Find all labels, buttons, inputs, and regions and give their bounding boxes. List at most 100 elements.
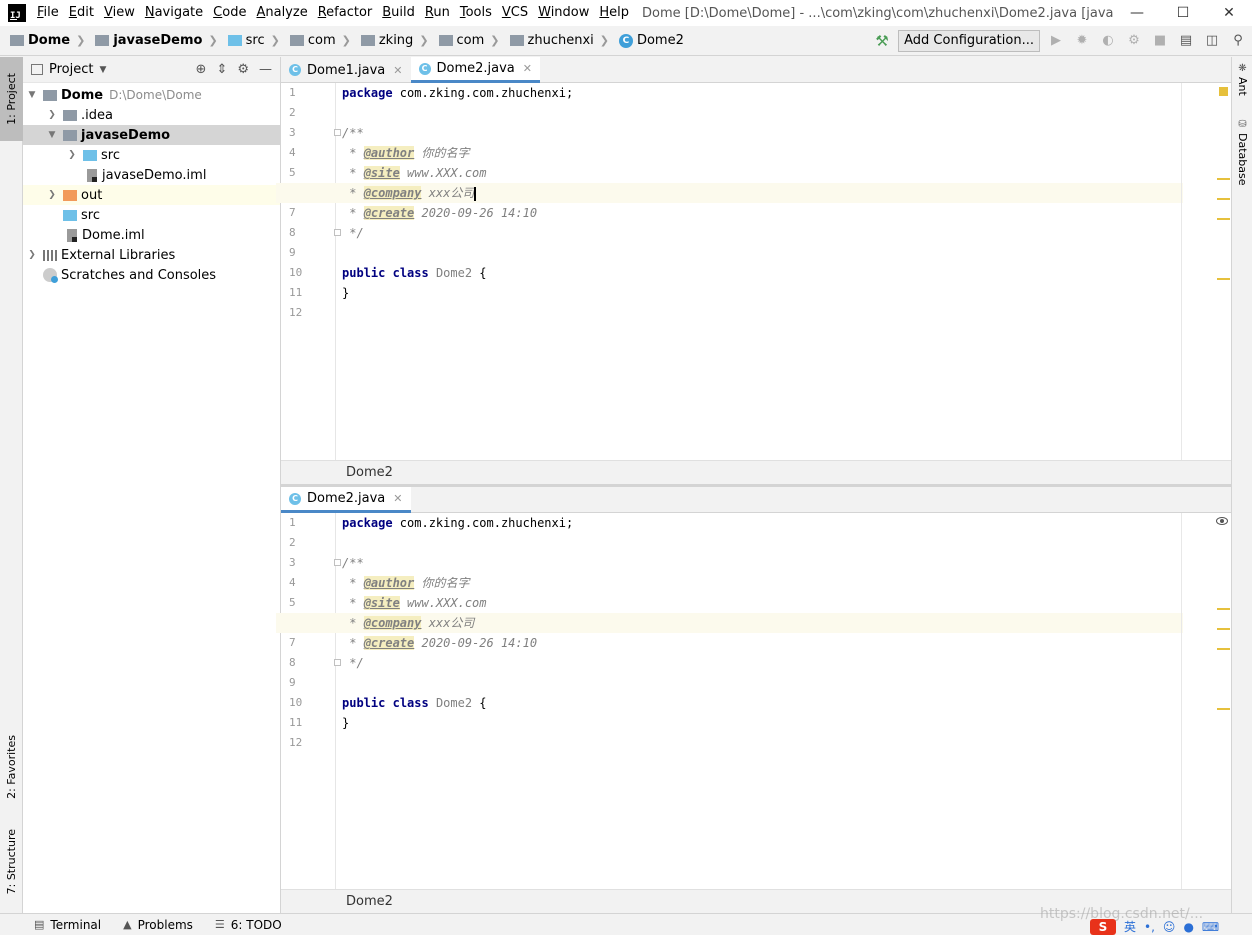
- tree-item-src[interactable]: src: [23, 205, 280, 225]
- tab-dome1-java[interactable]: C Dome1.java ✕: [281, 57, 411, 83]
- line-number: 1: [289, 516, 296, 529]
- gear-icon[interactable]: ⚙: [237, 62, 249, 77]
- nav-crumb-zhuchenxi[interactable]: zhuchenxi ❯: [500, 26, 609, 56]
- build-hammer-icon[interactable]: ⚒: [872, 31, 892, 51]
- chevron-right-icon[interactable]: ❯: [45, 110, 59, 120]
- tree-item-javasedemo[interactable]: ▼ javaseDemo: [23, 125, 280, 145]
- menu-tools[interactable]: Tools: [455, 0, 497, 26]
- chevron-down-icon[interactable]: ▼: [45, 130, 59, 140]
- error-stripe-marker[interactable]: [1217, 628, 1230, 630]
- project-panel-title[interactable]: Project: [49, 62, 93, 77]
- maximize-button[interactable]: ☐: [1160, 0, 1206, 26]
- error-stripe-marker[interactable]: [1217, 218, 1230, 220]
- tree-item-dome[interactable]: ▼ Dome D:\Dome\Dome: [23, 85, 280, 105]
- eye-icon[interactable]: [1216, 517, 1228, 525]
- nav-crumb-dome2[interactable]: C Dome2: [609, 26, 684, 56]
- code-editor[interactable]: 1 2 3 4 5 6 7 8 9 10 11 12 package com.z…: [276, 83, 1231, 460]
- chevron-right-icon[interactable]: ❯: [45, 190, 59, 200]
- nav-crumb-javasedemo[interactable]: javaseDemo ❯: [85, 26, 218, 56]
- menu-edit[interactable]: Edit: [64, 0, 99, 26]
- warning-indicator-icon[interactable]: [1219, 87, 1228, 96]
- tool-tab-structure[interactable]: 7: Structure: [0, 817, 23, 907]
- menu-code[interactable]: Code: [208, 0, 251, 26]
- stop-icon[interactable]: ■: [1150, 31, 1170, 51]
- error-stripe-marker[interactable]: [1217, 178, 1230, 180]
- add-configuration-button[interactable]: Add Configuration...: [898, 29, 1040, 52]
- tool-tab-ant[interactable]: ❋ Ant: [1232, 63, 1252, 96]
- menu-run[interactable]: Run: [420, 0, 455, 26]
- tree-item-idea[interactable]: ❯ .idea: [23, 105, 280, 125]
- menu-build[interactable]: Build: [377, 0, 420, 26]
- editor-breadcrumb[interactable]: Dome2: [281, 460, 1231, 484]
- emoji-icon[interactable]: ☺: [1163, 920, 1176, 934]
- tree-item-label: Dome: [61, 87, 104, 103]
- collapse-all-icon[interactable]: ⇕: [216, 62, 227, 77]
- tool-tab-favorites[interactable]: 2: Favorites: [0, 722, 23, 812]
- chevron-down-icon[interactable]: ▼: [25, 90, 39, 100]
- run-anything-icon[interactable]: ◫: [1202, 31, 1222, 51]
- debug-icon[interactable]: ✹: [1072, 31, 1092, 51]
- punctuation-icon[interactable]: •,: [1144, 920, 1155, 934]
- tool-tab-project[interactable]: 1: Project: [0, 57, 23, 141]
- navigation-bar: Dome ❯ javaseDemo ❯ src ❯ com ❯ zking ❯ …: [0, 26, 1252, 56]
- problems-tool-button[interactable]: ▲ Problems: [123, 918, 193, 932]
- sogou-ime-icon[interactable]: S: [1090, 918, 1116, 935]
- menu-window[interactable]: Window: [533, 0, 594, 26]
- search-icon[interactable]: ⚲: [1228, 31, 1248, 51]
- chevron-right-icon[interactable]: ❯: [65, 150, 79, 160]
- profile-icon[interactable]: ⚙: [1124, 31, 1144, 51]
- tree-item-javasedemo-iml[interactable]: javaseDemo.iml: [23, 165, 280, 185]
- run-icon[interactable]: ▶: [1046, 31, 1066, 51]
- tree-item-src-module[interactable]: ❯ src: [23, 145, 280, 165]
- error-stripe-marker[interactable]: [1217, 608, 1230, 610]
- tree-item-external-libraries[interactable]: ❯ External Libraries: [23, 245, 280, 265]
- tab-dome2-java[interactable]: C Dome2.java ✕: [410, 57, 540, 83]
- package-folder-icon: [438, 35, 453, 46]
- tree-item-scratches[interactable]: Scratches and Consoles: [23, 265, 280, 285]
- error-stripe-marker[interactable]: [1217, 198, 1230, 200]
- ime-language[interactable]: 英: [1124, 918, 1136, 935]
- chevron-down-icon[interactable]: ▼: [99, 65, 106, 75]
- coverage-icon[interactable]: ◐: [1098, 31, 1118, 51]
- tree-item-out[interactable]: ❯ out: [23, 185, 280, 205]
- terminal-tool-button[interactable]: ▤ Terminal: [34, 918, 101, 932]
- menu-navigate[interactable]: Navigate: [140, 0, 208, 26]
- nav-crumb-com[interactable]: com ❯: [280, 26, 351, 56]
- chevron-right-icon[interactable]: ❯: [25, 250, 39, 260]
- menu-help[interactable]: Help: [594, 0, 634, 26]
- menu-view[interactable]: View: [99, 0, 140, 26]
- line-number: 11: [289, 286, 303, 299]
- close-icon[interactable]: ✕: [393, 492, 402, 505]
- library-icon: [43, 249, 57, 261]
- close-icon[interactable]: ✕: [523, 62, 532, 75]
- ant-icon: ❋: [1238, 63, 1247, 74]
- error-stripe-marker[interactable]: [1217, 648, 1230, 650]
- todo-tool-button[interactable]: ☰ 6: TODO: [215, 918, 282, 932]
- minimize-button[interactable]: —: [1114, 0, 1160, 26]
- close-window-button[interactable]: ✕: [1206, 0, 1252, 26]
- tab-dome2-java[interactable]: C Dome2.java ✕: [281, 487, 411, 513]
- nav-crumb-src[interactable]: src ❯: [218, 26, 280, 56]
- tool-tab-database[interactable]: ⛁ Database: [1232, 119, 1252, 186]
- hide-panel-icon[interactable]: —: [259, 62, 272, 77]
- menu-refactor[interactable]: Refactor: [313, 0, 378, 26]
- nav-crumb-dome[interactable]: Dome ❯: [0, 26, 85, 56]
- menu-analyze[interactable]: Analyze: [251, 0, 312, 26]
- menu-vcs[interactable]: VCS: [497, 0, 533, 26]
- code-line: */: [342, 226, 364, 240]
- code-editor[interactable]: 1 2 3 4 5 6 7 8 9 10 11 12 package com.z…: [276, 513, 1231, 890]
- tool-tab-label: 2: Favorites: [5, 735, 18, 799]
- error-stripe-marker[interactable]: [1217, 278, 1230, 280]
- folder-icon: [63, 109, 77, 121]
- line-number: 10: [289, 696, 303, 709]
- tree-item-dome-iml[interactable]: Dome.iml: [23, 225, 280, 245]
- nav-crumb-zking[interactable]: zking ❯: [351, 26, 429, 56]
- microphone-icon[interactable]: ●: [1183, 920, 1193, 934]
- error-stripe-marker[interactable]: [1217, 708, 1230, 710]
- close-icon[interactable]: ✕: [393, 64, 402, 77]
- menu-file[interactable]: File: [32, 0, 64, 26]
- keyboard-icon[interactable]: ⌨: [1202, 920, 1219, 934]
- locate-file-icon[interactable]: ⊕: [196, 62, 207, 77]
- project-structure-icon[interactable]: ▤: [1176, 31, 1196, 51]
- nav-crumb-com-2[interactable]: com ❯: [429, 26, 500, 56]
